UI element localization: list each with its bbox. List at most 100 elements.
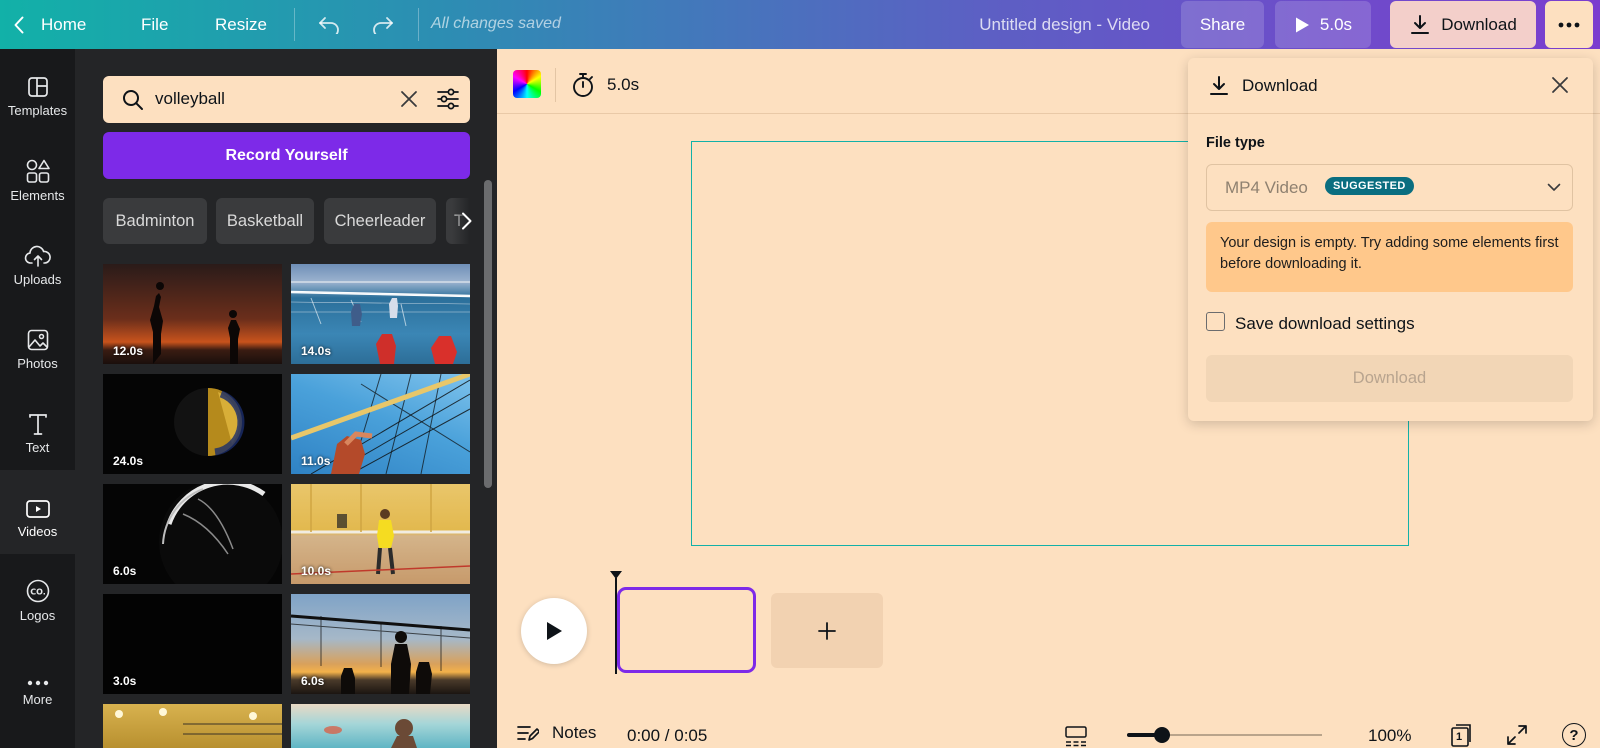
download-submit-button[interactable]: Download [1206, 355, 1573, 402]
download-label: Download [1441, 14, 1517, 34]
category-chip-badminton[interactable]: Badminton [103, 198, 207, 244]
more-options-button[interactable] [1545, 1, 1593, 48]
add-page-button[interactable] [771, 593, 883, 668]
play-duration: 5.0s [1319, 14, 1353, 34]
videos-icon [25, 494, 51, 520]
text-icon [27, 410, 49, 436]
video-thumbnail[interactable] [291, 704, 470, 748]
nav-label: Templates [7, 103, 68, 118]
page-count-button[interactable]: 1 [1449, 723, 1473, 747]
divider [418, 8, 419, 41]
empty-design-warning: Your design is empty. Try adding some el… [1206, 222, 1573, 292]
home-button[interactable]: Home [14, 0, 86, 49]
zoom-slider[interactable] [1127, 727, 1322, 743]
help-icon: ? [1569, 726, 1579, 744]
search-icon [121, 88, 145, 112]
video-duration: 11.0s [301, 454, 331, 468]
video-duration: 3.0s [113, 674, 137, 688]
save-status: All changes saved [431, 15, 561, 32]
save-settings-checkbox[interactable] [1206, 312, 1225, 331]
photos-icon [26, 326, 50, 352]
more-horizontal-icon [1558, 22, 1580, 28]
gym-lights-image [115, 708, 282, 735]
more-icon [26, 662, 50, 688]
video-duration: 24.0s [113, 454, 144, 468]
download-panel: Download File type MP4 Video SUGGESTED Y… [1188, 58, 1593, 421]
undo-button[interactable] [317, 0, 341, 49]
video-thumbnail[interactable]: 6.0s [291, 594, 470, 694]
redo-button[interactable] [371, 0, 395, 49]
chevron-down-icon [1547, 183, 1561, 192]
nav-templates[interactable]: Templates [0, 49, 75, 133]
video-thumbnail[interactable] [103, 704, 282, 748]
search-input[interactable]: volleyball [155, 89, 225, 109]
filter-icon[interactable] [436, 87, 460, 111]
stopwatch-icon [571, 72, 595, 98]
divider [294, 8, 295, 41]
download-panel-title: Download [1242, 76, 1318, 95]
notes-button[interactable]: Notes [517, 723, 596, 743]
file-type-select[interactable]: MP4 Video SUGGESTED [1206, 164, 1573, 211]
close-icon[interactable] [1551, 76, 1569, 94]
nav-videos[interactable]: Videos [0, 470, 75, 554]
nav-label: Uploads [13, 272, 62, 287]
save-settings-label[interactable]: Save download settings [1235, 314, 1415, 334]
nav-label: Videos [17, 524, 58, 539]
nav-more[interactable]: More [0, 638, 75, 722]
time-counter: 0:00 / 0:05 [627, 726, 708, 745]
video-thumbnail[interactable]: 3.0s [103, 594, 282, 694]
help-button[interactable]: ? [1562, 723, 1586, 747]
panel-scrollbar[interactable] [484, 180, 492, 488]
resize-button[interactable]: Resize [215, 0, 267, 49]
zoom-percentage[interactable]: 100% [1368, 726, 1411, 746]
share-button[interactable]: Share [1181, 1, 1264, 48]
file-menu-button[interactable]: File [141, 0, 168, 49]
zoom-slider-handle[interactable] [1154, 727, 1170, 743]
category-chip-basketball[interactable]: Basketball [216, 198, 314, 244]
design-title[interactable]: Untitled design - Video [979, 15, 1150, 35]
video-thumbnail[interactable]: 11.0s [291, 374, 470, 474]
notes-label: Notes [552, 723, 597, 742]
present-play-button[interactable]: 5.0s [1275, 1, 1371, 48]
video-duration: 12.0s [113, 344, 144, 358]
video-thumbnail[interactable]: 24.0s [103, 374, 282, 474]
record-yourself-button[interactable]: Record Yourself [103, 132, 470, 179]
video-thumbnail[interactable]: 12.0s [103, 264, 282, 364]
left-nav: Templates Elements Uploads Photos Text V… [0, 49, 75, 748]
search-box[interactable]: volleyball [103, 76, 470, 123]
timeline-play-button[interactable] [521, 598, 587, 664]
suggested-badge: SUGGESTED [1325, 177, 1414, 195]
uploads-icon [24, 242, 52, 268]
grid-view-icon[interactable] [1064, 725, 1088, 747]
divider [555, 68, 556, 102]
download-button[interactable]: Download [1390, 1, 1536, 48]
video-duration: 6.0s [113, 564, 137, 578]
download-panel-header: Download [1188, 58, 1593, 114]
timing-button[interactable]: 5.0s [571, 70, 639, 100]
category-chip-cheerleader[interactable]: Cheerleader [324, 198, 436, 244]
video-thumbnail[interactable]: 10.0s [291, 484, 470, 584]
nav-label: Photos [17, 356, 58, 371]
nav-uploads[interactable]: Uploads [0, 218, 75, 302]
top-bar: Home File Resize All changes saved Untit… [0, 0, 1600, 49]
video-thumbnail[interactable]: 14.0s [291, 264, 470, 364]
nav-label: More [22, 692, 53, 707]
timeline-clip[interactable] [617, 587, 756, 673]
nav-photos[interactable]: Photos [0, 302, 75, 386]
nav-logos[interactable]: CO. Logos [0, 554, 75, 638]
video-thumbnail[interactable]: 6.0s [103, 484, 282, 584]
redo-icon [371, 16, 395, 34]
color-picker-swatch[interactable] [513, 70, 541, 98]
clear-search-icon[interactable] [400, 90, 418, 108]
nav-elements[interactable]: Elements [0, 134, 75, 218]
chevron-right-icon[interactable] [461, 212, 472, 230]
video-duration: 6.0s [301, 674, 325, 688]
video-duration: 14.0s [301, 344, 332, 358]
download-icon [1409, 14, 1431, 36]
notes-icon [517, 724, 539, 742]
fullscreen-icon[interactable] [1506, 724, 1528, 746]
nav-text[interactable]: Text [0, 386, 75, 470]
nav-label: Logos [19, 608, 56, 623]
page-duration: 5.0s [607, 75, 640, 94]
plus-icon [817, 621, 837, 641]
